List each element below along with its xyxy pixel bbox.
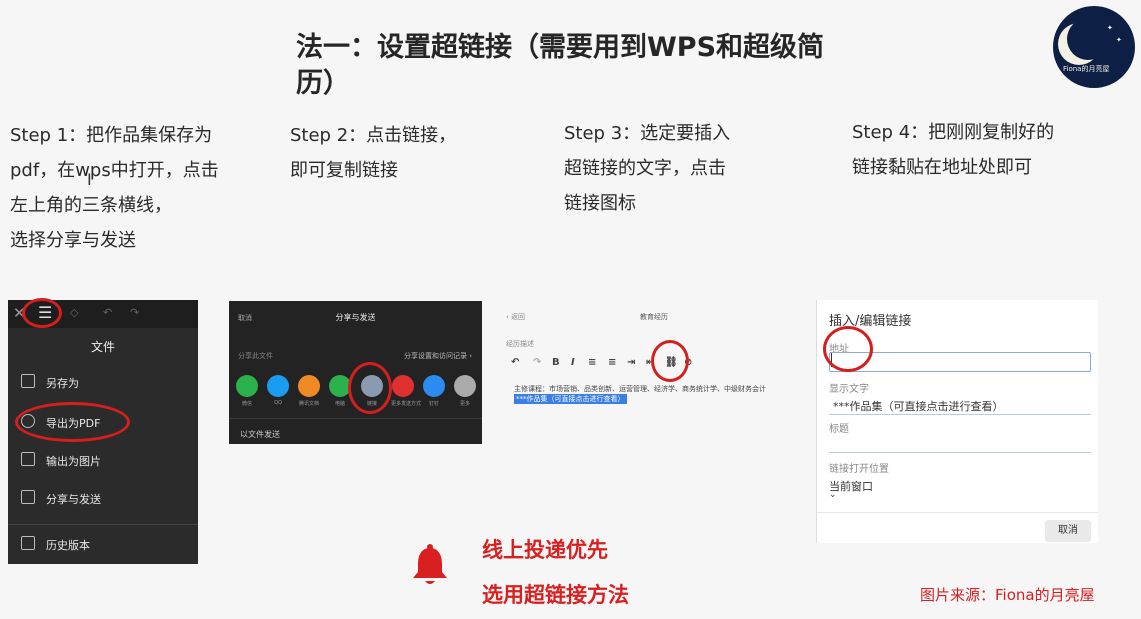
menu-item-label: 输出为图片 [46, 455, 101, 468]
divider [817, 512, 1098, 513]
step-1-text: Step 1：把作品集保存为 pdf，在wps中打开，点击 左上角的三条横线， … [10, 118, 219, 258]
file-menu-header: 文件 [90, 340, 115, 354]
menu-item-history[interactable]: 历史版本 [8, 526, 198, 564]
chevron-down-icon[interactable]: ⌄ [829, 490, 837, 500]
course-text: 主修课程：市场营销、品类创新、运营管理、经济学、商务统计学、中级财务会计 [514, 385, 766, 393]
bullet-list-icon[interactable]: ≡ [588, 357, 596, 368]
menu-item-share-send[interactable]: 分享与发送 [8, 480, 198, 518]
display-text-label: 显示文字 [829, 384, 869, 395]
title-line-2: 历） [296, 68, 350, 99]
step-2-line: 即可复制链接 [290, 160, 398, 181]
share-file-label: 分享此文件 [238, 352, 273, 360]
divider [8, 524, 198, 525]
share-app-dingtalk[interactable]: 钉钉 [422, 375, 446, 407]
share-app-qq[interactable]: QQ [266, 375, 290, 406]
app-label: 微信 [241, 401, 252, 407]
step-3-line: 链接图标 [564, 193, 636, 214]
app-label: 电脑 [334, 401, 345, 407]
selected-portfolio-text[interactable]: ***作品集（可直接点击进行查看） [514, 394, 627, 404]
back-link[interactable]: ‹ 返回 [506, 312, 525, 322]
title-input[interactable] [829, 452, 1091, 453]
app-label: 钉钉 [428, 401, 439, 407]
star-icon: ✦ [1116, 36, 1122, 44]
edit-icon[interactable]: ◇ [70, 306, 78, 319]
menu-item-save-as[interactable]: 另存为 [8, 364, 198, 402]
menu-item-label: 分享与发送 [46, 493, 101, 506]
slide-title: 法一：设置超链接（需要用到WPS和超级简 历） [296, 30, 896, 102]
image-credit: 图片来源：Fiona的月亮屋 [920, 586, 1095, 604]
divider [829, 414, 1091, 415]
redo-icon[interactable]: ↷ [130, 306, 139, 319]
step-4-line: 链接黏贴在地址处即可 [852, 157, 1032, 178]
bell-icon [413, 544, 447, 584]
note-line-1: 线上投递优先 [482, 538, 608, 562]
menu-item-label: 历史版本 [46, 539, 90, 552]
undo-icon[interactable]: ↶ [511, 357, 519, 368]
docs-icon [298, 375, 320, 397]
open-location-label: 链接打开位置 [829, 464, 889, 475]
step-4-text: Step 4：把刚刚复制好的 链接黏贴在地址处即可 [852, 115, 1054, 185]
share-settings-link[interactable]: 分享设置和访问记录 › [404, 351, 472, 361]
step-3-line: Step 3：选定要插入 [564, 123, 731, 144]
share-app-wechat[interactable]: 微信 [235, 375, 259, 407]
note-line-2: 选用超链接方法 [482, 583, 629, 607]
undo-icon[interactable]: ↶ [103, 306, 112, 319]
title-label: 标题 [829, 424, 849, 435]
numbered-list-icon[interactable]: ≡ [608, 357, 616, 368]
moon-icon [1067, 18, 1109, 60]
italic-icon[interactable]: I [571, 357, 575, 368]
step-2-line: Step 2：点击链接， [290, 125, 457, 146]
title-line-1: 法一：设置超链接（需要用到WPS和超级简 [296, 32, 825, 63]
cancel-button[interactable]: 取消 [1045, 520, 1091, 542]
more-icon [454, 375, 476, 397]
wechat-icon [236, 375, 258, 397]
highlight-circle [348, 362, 392, 414]
step-1-line: 选择分享与发送 [10, 230, 136, 251]
section-title: 教育经历 [640, 313, 668, 321]
image-icon [21, 452, 35, 466]
step-1-line: Step 1：把作品集保存为 [10, 125, 213, 146]
display-text-input[interactable]: ***作品集（可直接点击进行查看） [833, 398, 1004, 414]
bold-icon[interactable]: B [552, 357, 560, 368]
step-1-line: pdf，在wps中打开，点击 [10, 160, 219, 181]
indent-icon[interactable]: ⇥ [627, 357, 635, 368]
step-3-text: Step 3：选定要插入 超链接的文字，点击 链接图标 [564, 116, 730, 221]
step-3-line: 超链接的文字，点击 [564, 158, 726, 179]
star-icon: ✦ [1107, 24, 1113, 32]
app-label: 腾讯文档 [298, 401, 319, 407]
share-icon [21, 490, 35, 504]
share-app-docs[interactable]: 腾讯文档 [297, 375, 321, 407]
divider [229, 418, 482, 419]
share-app-more-send[interactable]: 更多发送方式 [391, 375, 422, 407]
highlight-circle [22, 298, 62, 328]
step-4-line: Step 4：把刚刚复制好的 [852, 122, 1055, 143]
share-app-more[interactable]: 更多 [453, 375, 477, 407]
step-2-text: Step 2：点击链接， 即可复制链接 [290, 118, 456, 188]
save-icon [21, 374, 35, 388]
highlight-circle [651, 340, 689, 382]
highlight-circle [15, 402, 130, 442]
logo-text: Fiona的月亮屋 [1063, 65, 1110, 73]
send-icon [392, 375, 414, 397]
history-icon [21, 536, 35, 550]
dingtalk-icon [423, 375, 445, 397]
app-label: 更多发送方式 [391, 401, 422, 407]
send-as-file-button[interactable]: 以文件发送 [240, 429, 280, 440]
qq-icon [267, 375, 289, 397]
app-label: 更多 [459, 401, 470, 407]
share-sheet-title: 分享与发送 [335, 313, 376, 322]
step-1-line: 左上角的三条横线， [10, 195, 172, 216]
moon-logo: ✦ ✦ Fiona的月亮屋 [1053, 6, 1135, 88]
resume-editor-screenshot: ‹ 返回 教育经历 经历描述 ↶ ↷ B I ≡ ≡ ⇥ ⇤ ⛓ ⊘ 主修课程：… [500, 300, 800, 410]
text-cursor-icon: I [87, 170, 92, 189]
description-label: 经历描述 [506, 340, 534, 348]
menu-item-export-image[interactable]: 输出为图片 [8, 442, 198, 480]
highlight-circle [823, 326, 873, 372]
menu-item-label: 另存为 [46, 377, 79, 390]
app-label: QQ [274, 400, 282, 406]
redo-icon[interactable]: ↷ [533, 357, 541, 368]
